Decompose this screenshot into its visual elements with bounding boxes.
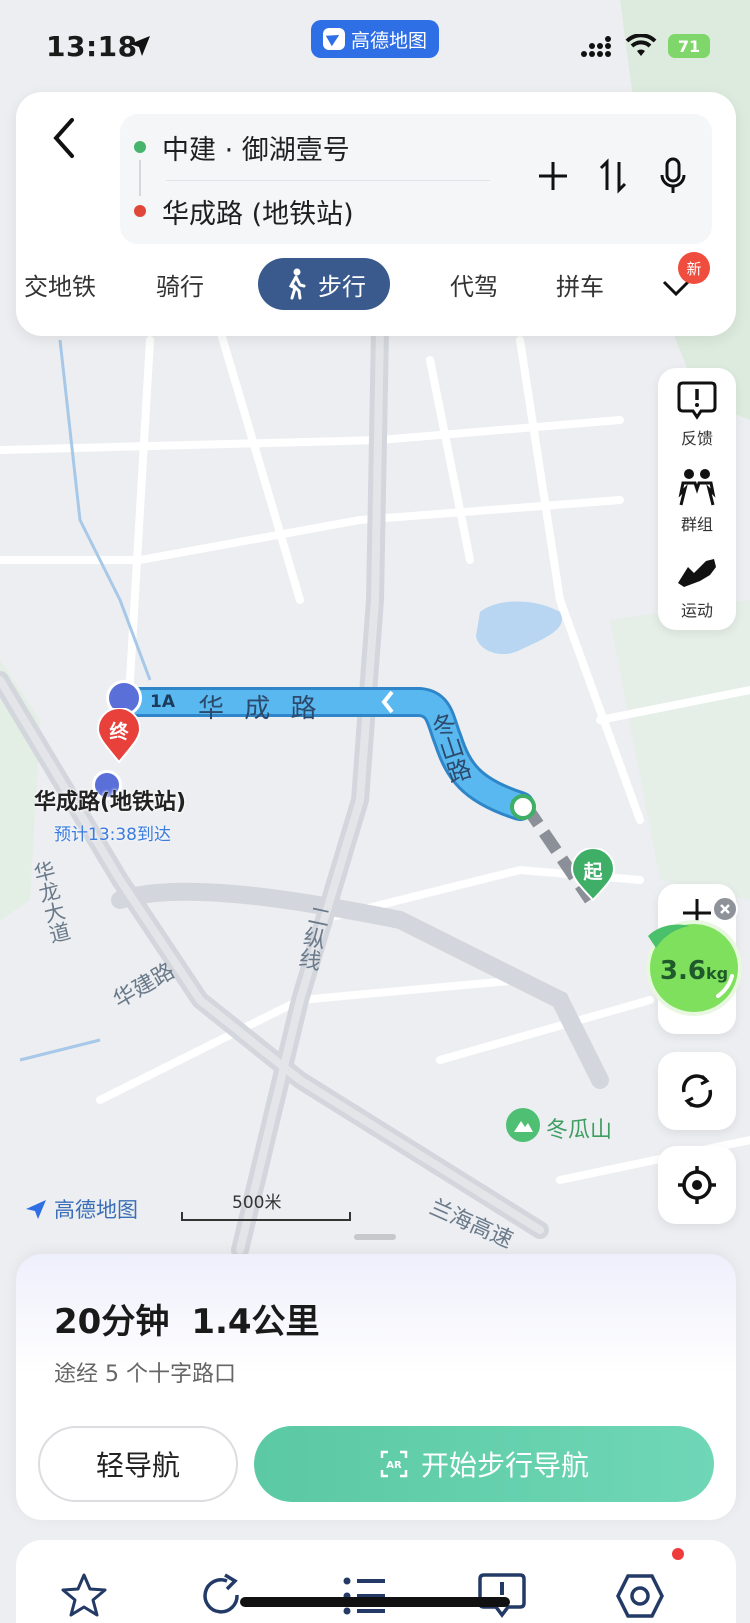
destination-name[interactable]: 华成路(地铁站) (34, 784, 186, 816)
message-icon (478, 1573, 526, 1618)
tab-cycling[interactable]: 骑行 (156, 262, 204, 306)
settings-button[interactable] (612, 1568, 668, 1623)
route-details-button[interactable] (336, 1568, 392, 1623)
home-indicator[interactable] (240, 1597, 510, 1607)
back-button[interactable] (44, 110, 84, 166)
route-summary: 20分钟 1.4公里 (54, 1294, 320, 1343)
feedback-label: 反馈 (680, 429, 713, 448)
amap-logo-icon (26, 1200, 46, 1219)
start-pin-label: 起 (583, 861, 603, 883)
route-distance: 1.4公里 (191, 1302, 320, 1342)
close-icon (720, 904, 730, 914)
route-via: 途经 5 个十字路口 (54, 1362, 236, 1387)
locate-icon (678, 1166, 716, 1204)
start-pin[interactable]: 起 (570, 847, 616, 902)
end-location-text: 华成路 (地铁站) (162, 198, 354, 230)
route-summary-sheet: 20分钟 1.4公里 途经 5 个十字路口 轻导航 AR 开始步行导航 (16, 1254, 736, 1520)
microphone-icon (660, 157, 686, 193)
close-eco-button[interactable] (712, 896, 738, 922)
settings-icon (616, 1574, 664, 1618)
back-to-app-pill[interactable]: 高德地图 (311, 20, 439, 58)
route-duration: 20分钟 (54, 1302, 170, 1342)
feedback-button[interactable]: 反馈 (658, 372, 736, 458)
walking-icon (288, 268, 306, 300)
start-point-dot (510, 794, 536, 820)
end-pin[interactable]: 终 (96, 707, 142, 764)
sport-label: 运动 (680, 601, 713, 620)
svg-text:AR: AR (386, 1460, 402, 1471)
light-navigation-button[interactable]: 轻导航 (38, 1426, 238, 1502)
bottom-toolbar (16, 1540, 736, 1623)
new-badge: 新 (678, 252, 710, 284)
feedback-icon (677, 381, 717, 420)
status-time: 13:18 (46, 30, 138, 63)
start-walking-navigation-button[interactable]: AR 开始步行导航 (254, 1426, 714, 1502)
settings-notification-dot (672, 1548, 684, 1560)
tab-carpool[interactable]: 拼车 (556, 262, 604, 306)
brand-text: 高德地图 (54, 1198, 138, 1222)
add-waypoint-button[interactable] (534, 154, 572, 198)
cellular-signal-icon (581, 36, 611, 57)
voice-input-button[interactable] (654, 154, 692, 198)
sport-shoe-icon (678, 559, 716, 587)
map-brand: 高德地图 (24, 1194, 138, 1224)
start-location-field[interactable]: 中建 · 御湖壹号 (134, 122, 350, 172)
group-button[interactable]: 群组 (658, 458, 736, 544)
group-label: 群组 (680, 515, 713, 534)
report-button[interactable] (474, 1568, 530, 1623)
end-pin-label: 终 (109, 721, 129, 743)
refresh-icon (681, 1074, 713, 1108)
swap-icon (599, 158, 627, 194)
battery-indicator: 71 (668, 34, 710, 58)
ar-icon: AR (380, 1450, 408, 1478)
chevron-left-icon (380, 690, 396, 714)
route-divider (166, 180, 490, 181)
route-actions (534, 154, 692, 198)
start-dot (134, 141, 146, 153)
rotate-view-button[interactable] (658, 1052, 736, 1130)
start-navigation-label: 开始步行导航 (420, 1449, 589, 1482)
eco-unit: kg (705, 964, 729, 983)
app-pill-label: 高德地图 (350, 29, 427, 52)
destination-eta: 预计13:38到达 (54, 825, 171, 845)
favorite-button[interactable] (56, 1568, 112, 1623)
status-bar: 13:18 高德地图 71 (0, 0, 750, 88)
battery-level: 71 (677, 36, 701, 56)
location-arrow-icon (130, 36, 150, 56)
swap-route-button[interactable] (594, 154, 632, 198)
poi-mountain-icon[interactable] (506, 1108, 540, 1142)
poi-label-dongguashan[interactable]: 冬瓜山 (546, 1112, 612, 1144)
route-input-box: 中建 · 御湖壹号 华成路 (地铁站) (120, 114, 712, 244)
tab-metro[interactable]: 交地铁 (24, 262, 96, 306)
chevron-left-icon (53, 118, 74, 158)
light-navigation-label: 轻导航 (95, 1449, 180, 1482)
share-icon (203, 1573, 239, 1614)
plus-icon (539, 162, 567, 190)
end-dot (134, 205, 146, 217)
end-location-field[interactable]: 华成路 (地铁站) (134, 186, 354, 236)
start-location-text: 中建 · 御湖壹号 (162, 134, 350, 166)
carbon-saving-badge[interactable]: 3.6kg (638, 896, 742, 1016)
route-search-card: 中建 · 御湖壹号 华成路 (地铁站) 交地铁 骑行 步行 代驾 拼车 新 (16, 92, 736, 336)
scale-bar (181, 1212, 351, 1221)
share-button[interactable] (198, 1568, 254, 1623)
amap-mini-icon (322, 28, 345, 50)
map-tools-panel: 反馈 群组 运动 (658, 368, 736, 630)
star-icon (61, 1573, 107, 1617)
eco-value: 3.6 (659, 956, 706, 986)
tab-walking-label: 步行 (318, 272, 366, 301)
travel-mode-tabs: 交地铁 骑行 步行 代驾 拼车 新 (16, 252, 736, 314)
group-icon (678, 469, 716, 506)
sport-button[interactable]: 运动 (658, 544, 736, 630)
list-icon (343, 1577, 385, 1615)
wifi-icon (625, 34, 657, 56)
locate-me-button[interactable] (658, 1146, 736, 1224)
tab-designated-driver[interactable]: 代驾 (450, 262, 498, 306)
sheet-drag-handle[interactable] (354, 1234, 396, 1240)
exit-label: 1A (150, 692, 175, 712)
road-label-huacheng: 华 成 路 (198, 694, 323, 724)
tab-walking[interactable]: 步行 (258, 258, 390, 310)
